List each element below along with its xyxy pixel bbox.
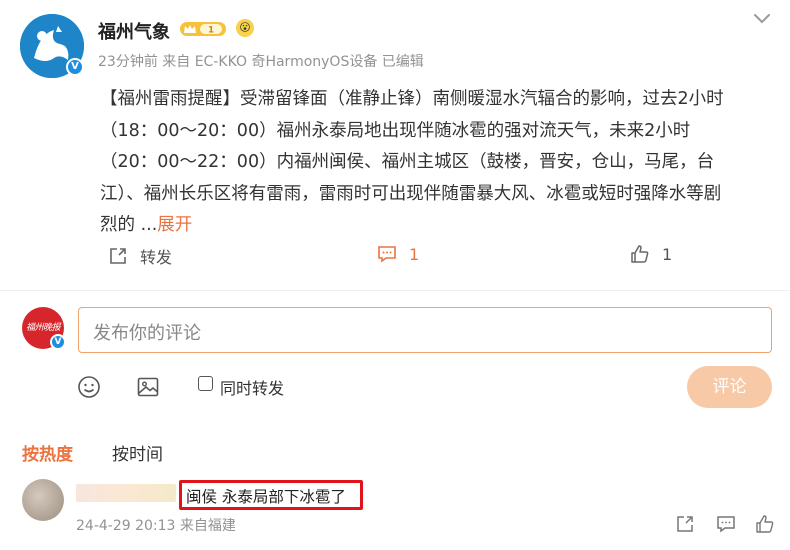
- thumbs-up-icon: [631, 245, 649, 263]
- commenter-avatar[interactable]: [22, 479, 64, 521]
- comment-icon: [378, 246, 396, 263]
- share-icon: [110, 248, 126, 264]
- tab-sort-by-time[interactable]: 按时间: [112, 440, 163, 465]
- comment-text: 闽侯 永泰局部下冰雹了: [186, 488, 346, 506]
- comment-input[interactable]: 发布你的评论: [78, 307, 772, 353]
- emoji-icon[interactable]: [77, 375, 101, 399]
- image-icon[interactable]: [136, 375, 160, 399]
- chevron-down-icon[interactable]: [752, 12, 772, 26]
- comment-meta: 24-4-29 20:13 来自福建: [76, 518, 236, 534]
- content-line: 【福州雷雨提醒】受滞留锋面（准静止锋）南侧暖湿水汽辐合的影响，过去2小时: [100, 89, 724, 109]
- thumbs-up-icon[interactable]: [755, 514, 775, 534]
- divider: [0, 290, 790, 291]
- comment-count: 1: [409, 244, 420, 264]
- content-truncated-text: 烈的 ...: [100, 215, 158, 235]
- comment-button[interactable]: 1: [377, 244, 419, 264]
- content-line-last: 烈的 ...展开: [100, 210, 768, 242]
- reply-icon[interactable]: [716, 514, 736, 534]
- verified-badge-icon: V: [50, 334, 66, 350]
- post-content: 【福州雷雨提醒】受滞留锋面（准静止锋）南侧暖湿水汽辐合的影响，过去2小时 （18…: [100, 84, 768, 242]
- repost-checkbox[interactable]: [198, 376, 213, 391]
- like-button[interactable]: 1: [630, 244, 672, 264]
- submit-comment-button[interactable]: 评论: [687, 366, 772, 408]
- content-line: （20：00～22：00）内福州闽侯、福州主城区（鼓楼，晋安，仓山，马尾，台: [100, 152, 715, 172]
- level-number: 1: [208, 26, 214, 36]
- crown-level-badge-icon: 1: [180, 22, 226, 36]
- author-name[interactable]: 福州气象: [98, 18, 170, 44]
- share-icon[interactable]: [675, 514, 695, 534]
- tab-sort-by-hot[interactable]: 按热度: [22, 440, 73, 465]
- post-meta: 23分钟前 来自 EC-KKO 奇HarmonyOS设备 已编辑: [98, 54, 424, 70]
- like-count: 1: [662, 244, 673, 264]
- commenter-name-blurred[interactable]: [76, 484, 176, 502]
- expand-link[interactable]: 展开: [157, 215, 192, 235]
- repost-button[interactable]: 转发: [108, 244, 172, 268]
- emoji-badge-icon: 😮: [236, 19, 254, 37]
- repost-checkbox-label[interactable]: 同时转发: [220, 375, 284, 399]
- content-line: （18：00～20：00）福州永泰局地出现伴随冰雹的强对流天气，未来2小时: [100, 120, 691, 141]
- content-line: 江）、福州长乐区将有雷雨，雷雨时可出现伴随雷暴大风、冰雹或短时强降水等剧: [100, 183, 722, 204]
- repost-label: 转发: [140, 248, 173, 267]
- verified-badge-icon: V: [66, 58, 84, 76]
